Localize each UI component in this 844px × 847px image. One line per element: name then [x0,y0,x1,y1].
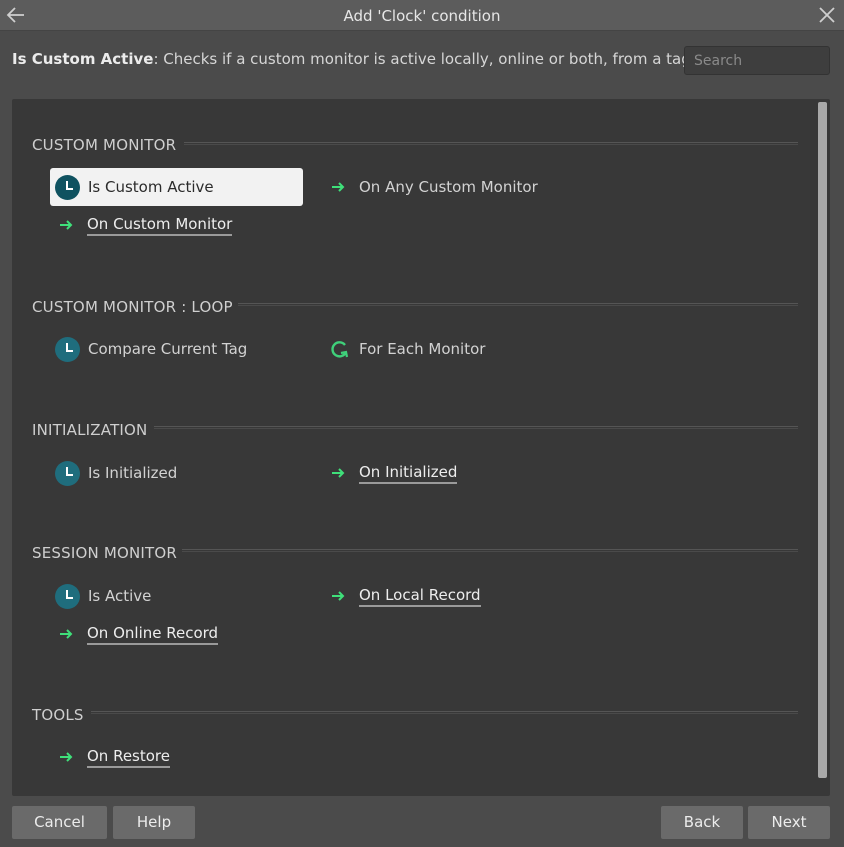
clock-icon [55,336,80,362]
item-label: Is Active [88,587,152,605]
item-for-each-monitor[interactable]: For Each Monitor [329,330,485,368]
item-label: On Custom Monitor [87,215,233,236]
item-label: On Initialized [359,463,458,484]
item-on-restore[interactable]: On Restore [59,738,170,776]
item-label: On Restore [87,747,170,768]
back-button[interactable]: Back [661,806,743,839]
cancel-button[interactable]: Cancel [12,806,107,839]
item-on-online-record[interactable]: On Online Record [59,615,219,653]
trigger-arrow-icon [332,591,345,601]
search-input[interactable] [684,46,830,75]
item-is-custom-active[interactable]: Is Custom Active [50,168,303,206]
section-divider [184,142,798,145]
section-divider [154,426,798,429]
clock-icon [55,583,80,609]
item-label: On Any Custom Monitor [359,178,538,196]
section-divider [238,303,798,306]
condition-name: Is Custom Active [12,50,154,68]
item-on-custom-monitor[interactable]: On Custom Monitor [59,206,233,244]
item-label: Is Initialized [88,464,178,482]
item-is-active[interactable]: Is Active [55,577,151,615]
scrollbar[interactable] [818,102,827,778]
item-on-initialized[interactable]: On Initialized [331,454,458,492]
item-label: On Online Record [87,624,219,645]
trigger-arrow-icon [60,752,73,762]
section-header-session-monitor: SESSION MONITOR [32,544,178,562]
condition-description-text: : Checks if a custom monitor is active l… [153,50,696,68]
section-header-custom-monitor-loop: CUSTOM MONITOR : LOOP [32,298,233,316]
item-label: For Each Monitor [359,340,486,358]
trigger-arrow-icon [332,182,345,192]
item-compare-current-tag[interactable]: Compare Current Tag [55,330,247,368]
trigger-arrow-icon [60,220,73,230]
help-button[interactable]: Help [113,806,195,839]
section-divider [91,711,798,714]
item-label: On Local Record [359,586,481,607]
section-divider [182,549,798,552]
item-label: Compare Current Tag [88,340,248,358]
title-bar: Add 'Clock' condition [0,0,844,31]
clock-icon [55,174,80,200]
section-header-tools: TOOLS [32,706,84,724]
item-is-initialized[interactable]: Is Initialized [55,454,177,492]
loop-icon [331,341,349,358]
trigger-arrow-icon [332,468,345,478]
item-on-any-custom-monitor[interactable]: On Any Custom Monitor [331,168,538,206]
trigger-arrow-icon [60,629,73,639]
next-button[interactable]: Next [748,806,830,839]
item-on-local-record[interactable]: On Local Record [331,577,481,615]
section-header-initialization: INITIALIZATION [32,421,148,439]
condition-description: Is Custom Active: Checks if a custom mon… [12,50,696,68]
item-label: Is Custom Active [88,178,214,196]
section-header-custom-monitor: CUSTOM MONITOR [32,136,177,154]
clock-icon [55,460,80,486]
window-title: Add 'Clock' condition [343,7,501,25]
close-icon[interactable] [818,6,836,24]
